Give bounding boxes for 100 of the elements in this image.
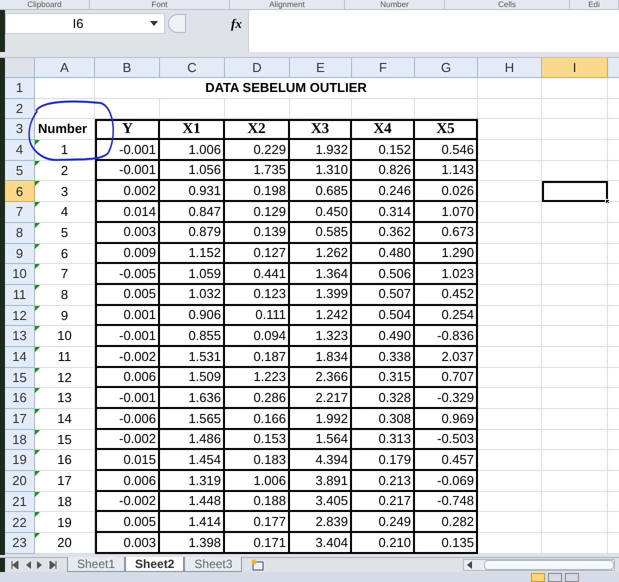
grid-cell[interactable]: 0.009: [95, 244, 160, 264]
grid-cell[interactable]: [478, 368, 542, 388]
grid-cell[interactable]: 15: [35, 430, 95, 450]
insert-function-label[interactable]: fx: [231, 14, 242, 34]
grid-cell[interactable]: [478, 430, 542, 450]
grid-cell[interactable]: [160, 98, 225, 120]
grid-cell[interactable]: 3.891: [290, 471, 352, 492]
splitter-handle[interactable]: [168, 14, 186, 33]
column-header[interactable]: B: [95, 58, 160, 78]
grid-cell[interactable]: 0.246: [352, 181, 415, 202]
grid-cell[interactable]: 1.262: [290, 244, 352, 264]
grid-cell[interactable]: 0.003: [95, 533, 160, 554]
row-header[interactable]: 23: [5, 533, 35, 554]
grid-cell[interactable]: 2.839: [290, 512, 352, 534]
previous-sheet-icon[interactable]: [25, 561, 31, 569]
grid-cell[interactable]: 4: [35, 202, 95, 223]
grid-cell[interactable]: [478, 160, 542, 182]
row-header[interactable]: 11: [5, 284, 35, 306]
row-header[interactable]: 8: [5, 222, 35, 244]
grid-cell[interactable]: 0.969: [415, 409, 478, 430]
formula-input[interactable]: [248, 10, 619, 52]
grid-cell[interactable]: [542, 306, 608, 326]
grid-cell[interactable]: Y: [95, 119, 160, 140]
grid-cell[interactable]: [225, 98, 290, 120]
grid-cell[interactable]: [478, 284, 542, 306]
grid-cell[interactable]: 0.457: [415, 450, 478, 472]
grid-cell[interactable]: 0.673: [415, 222, 478, 244]
grid-cell[interactable]: 0.014: [95, 202, 160, 223]
grid-cell[interactable]: 0.213: [352, 471, 415, 492]
grid-cell[interactable]: [542, 492, 608, 512]
grid-cell[interactable]: -0.836: [415, 326, 478, 347]
grid-cell[interactable]: -0.002: [95, 492, 160, 512]
grid-cell[interactable]: 1.319: [160, 471, 225, 492]
grid-cell[interactable]: 20: [35, 533, 95, 554]
grid-cell[interactable]: [542, 346, 608, 368]
grid-cell[interactable]: 1.531: [160, 346, 225, 368]
horizontal-scrollbar[interactable]: [463, 559, 615, 571]
grid-cell[interactable]: 1.398: [160, 533, 225, 554]
grid-cell[interactable]: 19: [35, 512, 95, 534]
grid-cell[interactable]: [35, 78, 95, 99]
grid-cell[interactable]: 1.565: [160, 409, 225, 430]
row-header[interactable]: 5: [5, 160, 35, 182]
grid-cell[interactable]: [542, 98, 608, 120]
column-header-edge[interactable]: [608, 58, 619, 78]
grid-cell[interactable]: [478, 202, 542, 223]
grid-cell[interactable]: [542, 160, 608, 182]
grid-cell[interactable]: 12: [35, 368, 95, 388]
grid-cell[interactable]: 0.229: [225, 140, 290, 161]
grid-cell[interactable]: 3.404: [290, 533, 352, 554]
grid-cell[interactable]: [478, 450, 542, 472]
column-header[interactable]: E: [290, 58, 352, 78]
grid-cell[interactable]: 0.188: [225, 492, 290, 512]
column-header[interactable]: A: [35, 58, 95, 78]
grid-cell[interactable]: 0.314: [352, 202, 415, 223]
grid-cell[interactable]: 1.006: [160, 140, 225, 161]
grid-cell[interactable]: [478, 98, 542, 120]
grid-cell[interactable]: [478, 388, 542, 409]
grid-cell[interactable]: 1.223: [225, 368, 290, 388]
grid-cell[interactable]: 6: [35, 244, 95, 264]
grid-cell[interactable]: [478, 181, 542, 202]
grid-cell[interactable]: [542, 388, 608, 409]
row-header[interactable]: 4: [5, 140, 35, 161]
grid-cell[interactable]: [542, 119, 608, 140]
grid-cell[interactable]: 0.001: [95, 306, 160, 326]
grid-cell[interactable]: 0.139: [225, 222, 290, 244]
row-header[interactable]: 9: [5, 244, 35, 264]
selected-cell[interactable]: [542, 181, 608, 202]
grid-cell[interactable]: -0.005: [95, 264, 160, 285]
grid-cell[interactable]: 1.834: [290, 346, 352, 368]
grid-cell[interactable]: [478, 326, 542, 347]
grid-cell[interactable]: 1.364: [290, 264, 352, 285]
grid-cell[interactable]: -0.329: [415, 388, 478, 409]
grid-cell[interactable]: 3.405: [290, 492, 352, 512]
grid-cell[interactable]: 0.362: [352, 222, 415, 244]
row-header[interactable]: 14: [5, 346, 35, 368]
grid-cell[interactable]: 1.448: [160, 492, 225, 512]
name-box[interactable]: I6: [5, 13, 165, 34]
page-layout-view-icon[interactable]: [548, 572, 562, 582]
row-header[interactable]: 15: [5, 368, 35, 388]
grid-cell[interactable]: 0.006: [95, 368, 160, 388]
grid-cell[interactable]: 8: [35, 284, 95, 306]
grid-cell[interactable]: [35, 98, 95, 120]
grid-cell[interactable]: 0.480: [352, 244, 415, 264]
grid-cell[interactable]: 1.399: [290, 284, 352, 306]
grid-cell[interactable]: -0.748: [415, 492, 478, 512]
grid-cell[interactable]: 0.187: [225, 346, 290, 368]
grid-cell[interactable]: 17: [35, 471, 95, 492]
grid-cell[interactable]: 0.129: [225, 202, 290, 223]
grid-cell[interactable]: 1.143: [415, 160, 478, 182]
row-header[interactable]: 17: [5, 409, 35, 430]
grid-cell[interactable]: [478, 78, 542, 99]
grid-cell[interactable]: X1: [160, 119, 225, 140]
normal-view-icon[interactable]: [531, 572, 545, 582]
grid-cell[interactable]: 0.707: [415, 368, 478, 388]
grid-cell[interactable]: 0.847: [160, 202, 225, 223]
grid-cell[interactable]: 0.450: [290, 202, 352, 223]
grid-cell[interactable]: 0.338: [352, 346, 415, 368]
grid-cell[interactable]: 0.210: [352, 533, 415, 554]
grid-cell[interactable]: 0.006: [95, 471, 160, 492]
row-header[interactable]: 7: [5, 202, 35, 223]
